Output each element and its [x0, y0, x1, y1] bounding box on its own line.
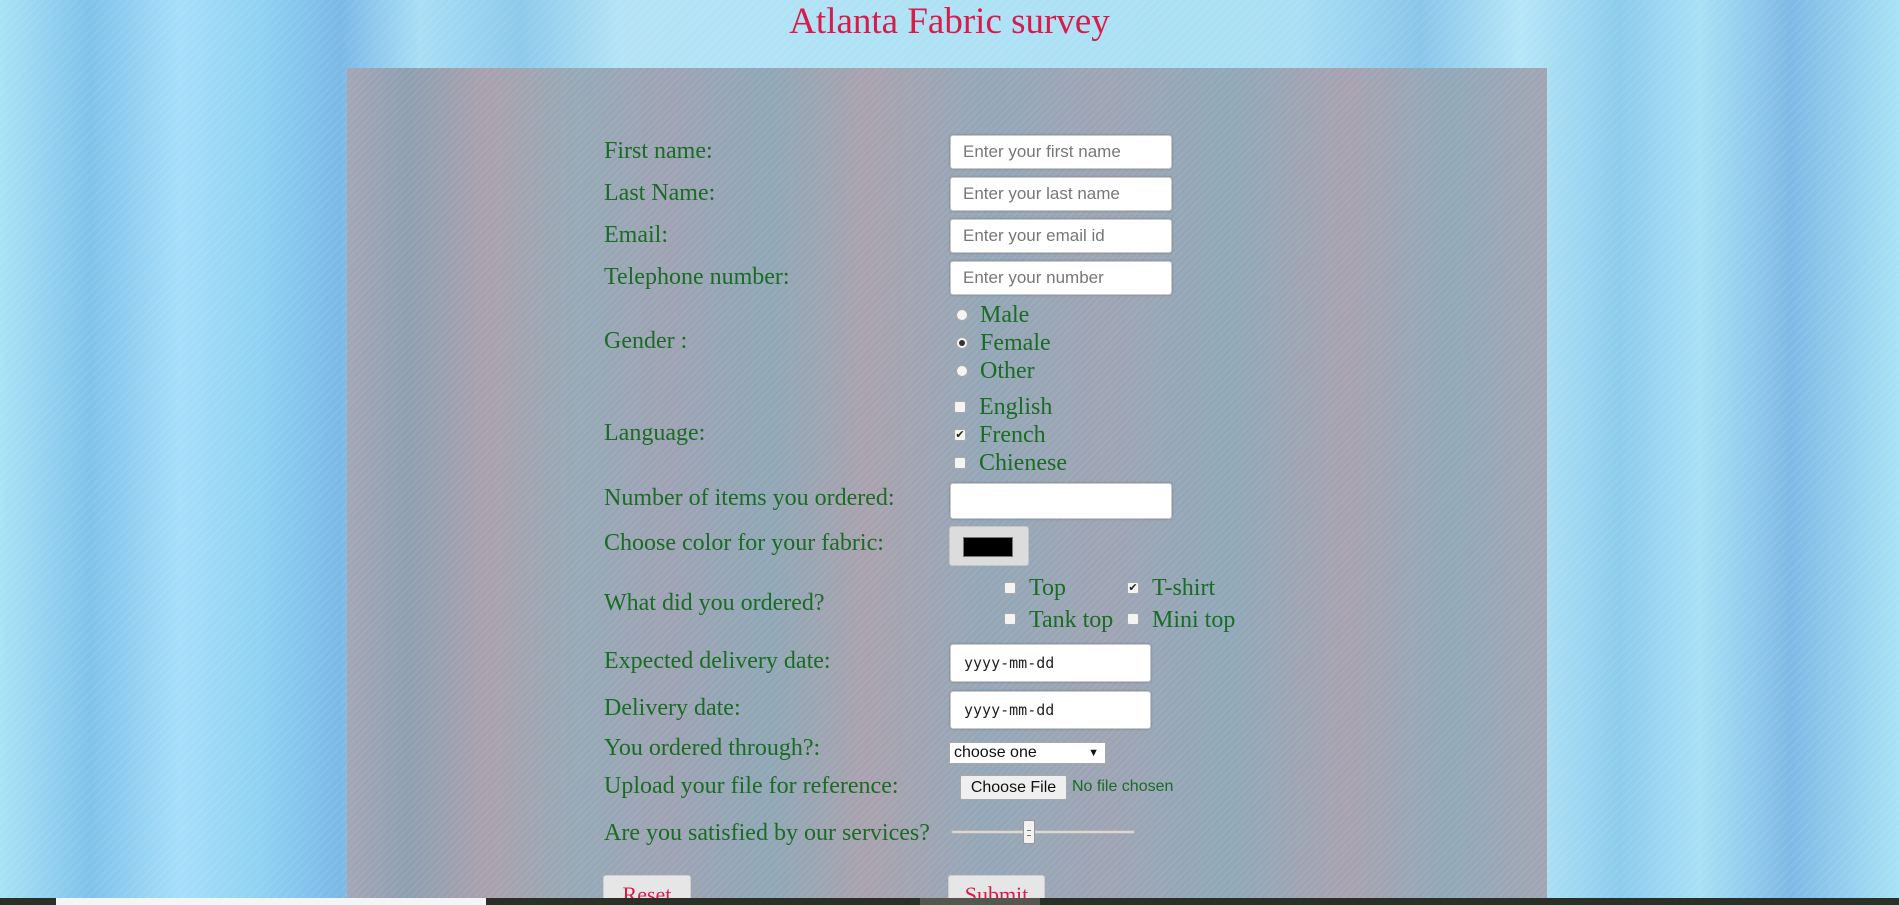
gender-label: Gender :: [604, 328, 688, 354]
taskbar-item[interactable]: [56, 898, 486, 905]
fabric-color-picker[interactable]: [949, 526, 1029, 566]
satisfaction-slider-handle[interactable]: [1023, 820, 1036, 844]
telephone-input[interactable]: [950, 261, 1172, 295]
language-chinese-label: Chienese: [979, 450, 1067, 476]
choose-file-button[interactable]: Choose File: [960, 775, 1067, 800]
gender-male-label: Male: [980, 302, 1030, 328]
language-french-checkbox[interactable]: ✔: [954, 429, 966, 441]
chevron-down-icon: ▼: [1088, 747, 1099, 759]
ordered-through-selected: choose one: [954, 744, 1037, 761]
gender-other-radio[interactable]: [956, 365, 968, 377]
ordered-tshirt-checkbox[interactable]: ✔: [1127, 582, 1139, 594]
items-count-label: Number of items you ordered:: [604, 485, 895, 511]
ordered-tank-top-label: Tank top: [1029, 607, 1114, 633]
last-name-input[interactable]: [950, 177, 1172, 211]
language-french-label: French: [979, 422, 1046, 448]
expected-delivery-label: Expected delivery date:: [604, 648, 831, 674]
gender-other-label: Other: [980, 358, 1035, 384]
items-count-input[interactable]: [950, 483, 1172, 519]
ordered-through-select[interactable]: choose one ▼: [949, 742, 1106, 764]
taskbar: [0, 898, 1899, 905]
language-english-checkbox[interactable]: [954, 401, 966, 413]
ordered-tank-top-checkbox[interactable]: [1004, 613, 1016, 625]
satisfaction-label: Are you satisfied by our services?: [604, 820, 930, 846]
first-name-input[interactable]: [950, 135, 1172, 169]
satisfaction-slider-track[interactable]: [951, 830, 1135, 834]
page-title: Atlanta Fabric survey: [789, 1, 1110, 42]
email-label: Email:: [604, 222, 668, 248]
upload-label: Upload your file for reference:: [604, 773, 899, 799]
ordered-mini-top-label: Mini top: [1152, 607, 1236, 633]
first-name-label: First name:: [604, 138, 713, 164]
telephone-label: Telephone number:: [604, 264, 790, 290]
email-input[interactable]: [950, 219, 1172, 253]
language-english-label: English: [979, 394, 1053, 420]
ordered-top-label: Top: [1029, 575, 1066, 601]
file-status: No file chosen: [1072, 778, 1174, 795]
ordered-top-checkbox[interactable]: [1004, 582, 1016, 594]
form-panel: [347, 68, 1547, 900]
ordered-mini-top-checkbox[interactable]: [1127, 613, 1139, 625]
gender-female-radio[interactable]: [956, 337, 968, 349]
last-name-label: Last Name:: [604, 180, 716, 206]
language-chinese-checkbox[interactable]: [954, 457, 966, 469]
ordered-label: What did you ordered?: [604, 590, 825, 616]
ordered-through-label: You ordered through?:: [604, 735, 821, 761]
taskbar-item[interactable]: [920, 898, 1040, 905]
color-swatch: [963, 537, 1013, 557]
fabric-color-label: Choose color for your fabric:: [604, 530, 884, 556]
ordered-tshirt-label: T-shirt: [1152, 575, 1216, 601]
gender-male-radio[interactable]: [956, 309, 968, 321]
gender-female-label: Female: [980, 330, 1051, 356]
expected-delivery-date-input[interactable]: yyyy-mm-dd: [950, 644, 1151, 682]
language-label: Language:: [604, 420, 706, 446]
delivery-date-input[interactable]: yyyy-mm-dd: [950, 691, 1151, 729]
delivery-date-label: Delivery date:: [604, 695, 741, 721]
